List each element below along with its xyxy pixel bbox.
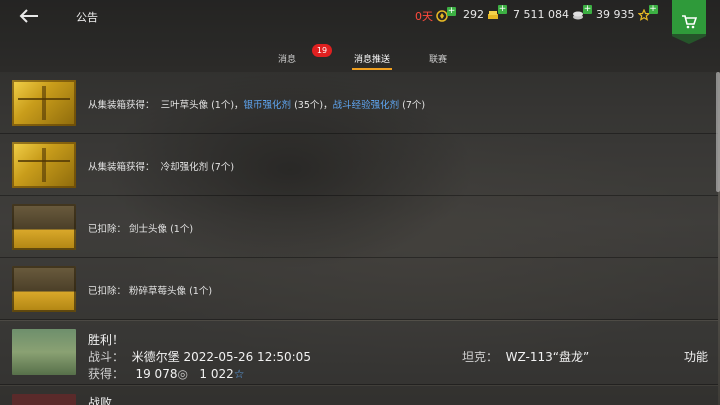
battle-result: 胜利！ (88, 333, 125, 347)
free-xp-star-icon (637, 8, 650, 21)
battle-earnings: 获得： 19 078◎ 1 022☆ (88, 367, 245, 381)
back-arrow-icon[interactable] (18, 7, 40, 25)
premium-days-value: 0天 (415, 10, 433, 23)
battle-result-item[interactable]: 胜利！ 战斗： 米德尔堡 2022-05-26 12:50:05 坦克： WZ-… (0, 321, 718, 385)
list-item[interactable]: 从集装箱获得： 冷却强化剂 (7个) (0, 134, 718, 196)
combat-xp-booster-link[interactable]: 战斗经验强化剂 (333, 100, 400, 111)
unread-count-badge: 19 (312, 44, 332, 57)
gold-balance[interactable]: 292 + (463, 5, 507, 21)
battle-tank: 坦克： WZ-113“盘龙” (462, 350, 590, 364)
page-title: 公告 (76, 11, 98, 24)
function-button[interactable]: 功能 (684, 348, 708, 365)
free-xp-balance[interactable]: 39 935 + (596, 5, 658, 21)
message-text: 从集装箱获得： 冷却强化剂 (7个) (88, 162, 235, 173)
tab-league[interactable]: 联赛 (429, 52, 447, 65)
tab-messages[interactable]: 消息 (278, 52, 296, 65)
tank-image (12, 329, 76, 375)
scrollbar[interactable] (716, 72, 720, 192)
battle-datetime: 2022-05-26 12:50:05 (183, 350, 311, 364)
list-item[interactable]: 战败 (0, 386, 718, 405)
battle-map: 米德尔堡 (131, 350, 180, 364)
credits-value: 7 511 084 (513, 8, 569, 21)
treasure-chest-image (12, 266, 76, 312)
tab-bar: 消息 19 消息推送 联赛 (0, 34, 720, 72)
shopping-cart-icon (682, 15, 697, 29)
xp-star-icon: ☆ (233, 367, 245, 381)
battle-info: 战斗： 米德尔堡 2022-05-26 12:50:05 (88, 350, 311, 364)
add-free-xp-icon[interactable]: + (648, 5, 658, 14)
battle-result: 战败 (88, 396, 113, 405)
credits-balance[interactable]: 7 511 084 + (513, 5, 592, 21)
tank-image (12, 394, 76, 405)
list-item[interactable]: 已扣除： 剑士头像 (1个) (0, 196, 718, 258)
credits-icon: ◎ (177, 367, 188, 381)
premium-days[interactable]: 0天 + (415, 6, 456, 24)
list-item[interactable]: 已扣除： 粉碎草莓头像 (1个) (0, 258, 718, 320)
message-text: 从集装箱获得： 三叶草头像 (1个)，银币强化剂 (35个)，战斗经验强化剂 (… (88, 100, 426, 111)
treasure-chest-image (12, 204, 76, 250)
message-text: 已扣除： 粉碎草莓头像 (1个) (88, 286, 213, 297)
message-text: 已扣除： 剑士头像 (1个) (88, 224, 194, 235)
free-xp-value: 39 935 (596, 8, 635, 21)
notification-list[interactable]: 从集装箱获得： 三叶草头像 (1个)，银币强化剂 (35个)，战斗经验强化剂 (… (0, 72, 718, 405)
credit-booster-link[interactable]: 银币强化剂 (244, 100, 292, 111)
top-bar: 公告 0天 + 292 + 7 511 084 + 39 935 + (0, 0, 720, 44)
credits-earned: 19 078 (135, 367, 178, 381)
gold-value: 292 (463, 8, 484, 21)
tab-push-notifications[interactable]: 消息推送 (354, 52, 390, 65)
container-crate-image (12, 142, 76, 188)
list-item[interactable]: 从集装箱获得： 三叶草头像 (1个)，银币强化剂 (35个)，战斗经验强化剂 (… (0, 72, 718, 134)
container-crate-image (12, 80, 76, 126)
active-tab-indicator (352, 68, 392, 70)
add-credits-icon[interactable]: + (582, 5, 592, 14)
add-premium-icon[interactable]: + (447, 6, 456, 16)
add-gold-icon[interactable]: + (498, 5, 507, 14)
xp-earned: 1 022 (199, 367, 234, 381)
